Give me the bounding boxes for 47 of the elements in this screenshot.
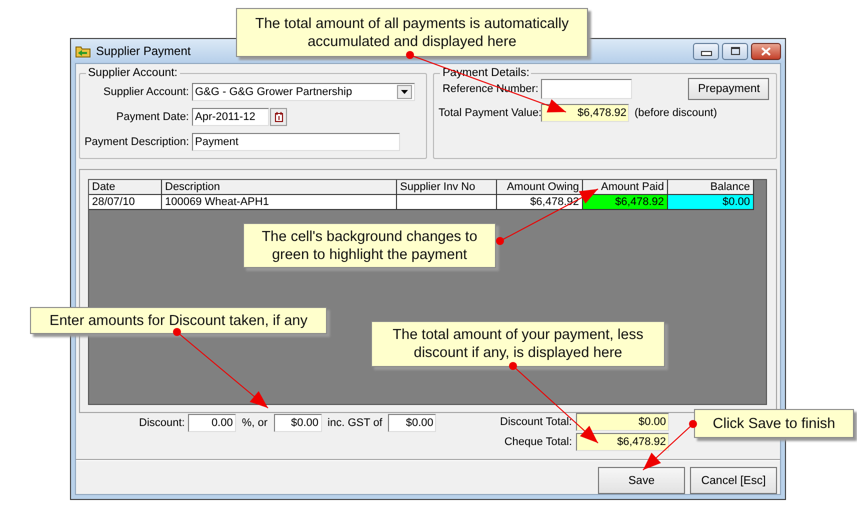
cancel-button[interactable]: Cancel [Esc] [690, 467, 777, 494]
callout: Enter amounts for Discount taken, if any [30, 307, 327, 334]
field-label: Cheque Total: [504, 436, 572, 448]
table-cell: 100069 Wheat-APH1 [162, 195, 397, 210]
table-cell: $6,478.92 [583, 195, 668, 210]
window-title: Supplier Payment [96, 44, 191, 58]
callout: The cell's background changes to green to highlight the payment [243, 223, 496, 268]
callout: The total amount of your payment, less discount if any, is displayed here [371, 321, 665, 367]
field-note: (before discount) [634, 107, 718, 119]
calendar-icon [274, 112, 282, 122]
total-field: $0.00 [576, 413, 669, 431]
close-icon [761, 46, 771, 56]
column-header[interactable]: Date [89, 180, 162, 195]
reference-field[interactable] [541, 79, 632, 99]
field-label: %, or [242, 417, 268, 429]
field-label: Total Payment Value: [438, 107, 542, 119]
callout: The total amount of all payments is automatically accumulated and displayed here [236, 8, 588, 57]
supplier-dropdown[interactable]: G&G - G&G Grower Partnership [192, 82, 415, 100]
table-cell: $0.00 [668, 195, 754, 210]
save-button[interactable]: Save [598, 467, 685, 494]
total-field: $6,478.92 [541, 104, 630, 122]
field-label: inc. GST of [328, 417, 382, 429]
field-label: Supplier Account: [102, 86, 190, 98]
column-header[interactable]: Amount Paid [583, 180, 668, 195]
column-header[interactable]: Supplier Inv No [397, 180, 497, 195]
minimize-button[interactable] [693, 42, 719, 60]
gst-field[interactable]: $0.00 [388, 414, 436, 432]
maximize-button[interactable] [722, 42, 748, 60]
date-field[interactable]: Apr-2011-12 [192, 108, 269, 126]
total-field: $6,478.92 [576, 433, 669, 451]
field-label: Payment Date: [115, 110, 190, 122]
description-field[interactable]: Payment [192, 132, 400, 150]
column-header[interactable]: Balance [668, 180, 754, 195]
calendar-button[interactable] [270, 108, 287, 126]
field-label: Discount: [139, 417, 185, 429]
column-header[interactable]: Description [162, 180, 397, 195]
close-button[interactable] [751, 42, 781, 60]
prepayment-button[interactable]: Prepayment [688, 78, 770, 100]
field-label: Payment Description: [84, 136, 190, 148]
discount-amount-field[interactable]: $0.00 [274, 414, 322, 432]
folder-icon [75, 44, 91, 58]
discount-percent-field[interactable]: 0.00 [188, 414, 236, 432]
group-title: Supplier Account: [87, 67, 179, 79]
field-label: Discount Total: [500, 416, 572, 428]
callout: Click Save to finish [694, 409, 854, 438]
table-cell: 28/07/10 [89, 195, 162, 210]
column-header[interactable]: Amount Owing [497, 180, 583, 195]
